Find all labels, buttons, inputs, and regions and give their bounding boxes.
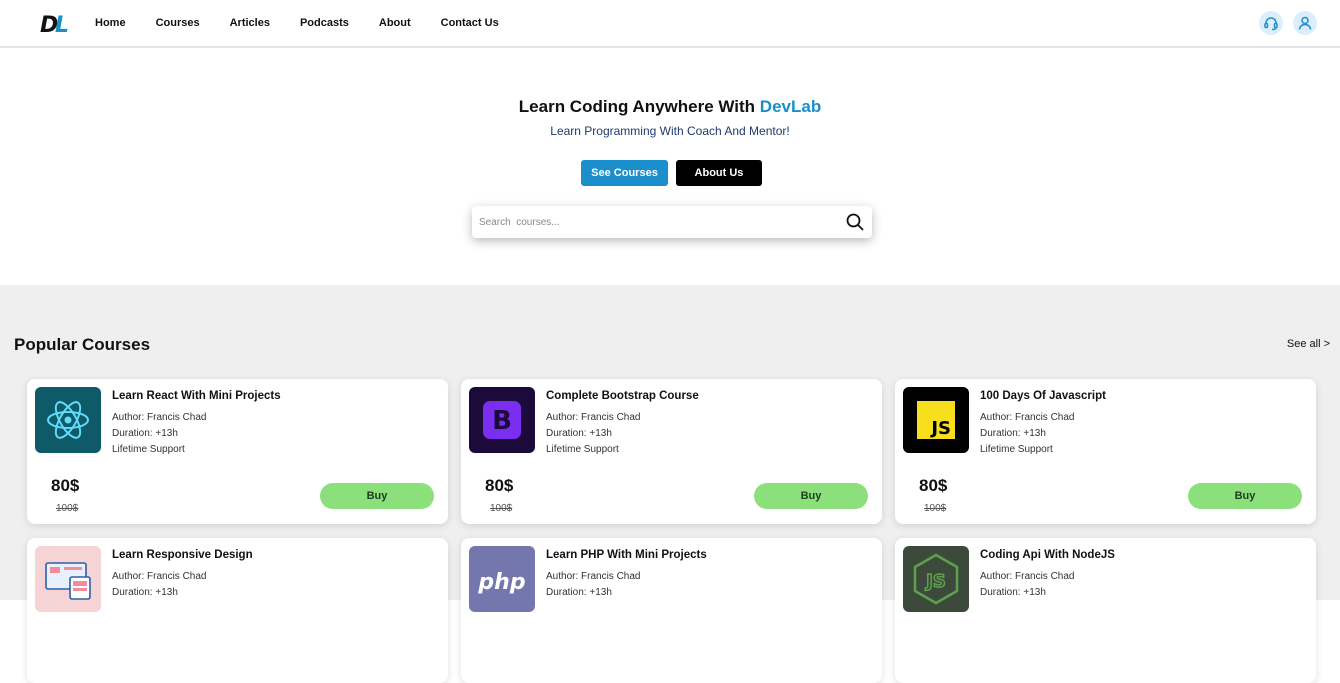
course-author: Author: Francis Chad xyxy=(980,412,1075,423)
responsive-design-icon xyxy=(35,546,101,612)
course-author: Author: Francis Chad xyxy=(980,571,1075,582)
course-card[interactable]: JS Coding Api With NodeJS Author: Franci… xyxy=(895,538,1316,683)
course-title: Learn React With Mini Projects xyxy=(112,390,281,402)
buy-button[interactable]: Buy xyxy=(754,483,868,509)
course-title: Complete Bootstrap Course xyxy=(546,390,699,402)
course-card[interactable]: JS 100 Days Of Javascript Author: Franci… xyxy=(895,379,1316,524)
user-icon[interactable] xyxy=(1293,11,1317,35)
headset-icon[interactable] xyxy=(1259,11,1283,35)
course-author: Author: Francis Chad xyxy=(112,571,207,582)
course-duration: Duration: +13h xyxy=(546,428,612,439)
course-duration: Duration: +13h xyxy=(980,428,1046,439)
course-title: 100 Days Of Javascript xyxy=(980,390,1106,402)
popular-courses-section: Popular Courses See all > Learn React Wi… xyxy=(0,285,1340,683)
main-nav: Home Courses Articles Podcasts About Con… xyxy=(95,0,529,46)
php-icon: php xyxy=(469,546,535,612)
search-icon[interactable] xyxy=(846,213,864,231)
course-author: Author: Francis Chad xyxy=(546,571,641,582)
hero-title: Learn Coding Anywhere With DevLab xyxy=(0,97,1340,117)
javascript-icon: JS xyxy=(903,387,969,453)
course-old-price: 100$ xyxy=(490,503,513,514)
buy-button[interactable]: Buy xyxy=(1188,483,1302,509)
svg-text:L: L xyxy=(55,13,69,35)
course-card[interactable]: php Learn PHP With Mini Projects Author:… xyxy=(461,538,882,683)
course-card[interactable]: Learn Responsive Design Author: Francis … xyxy=(27,538,448,683)
course-support: Lifetime Support xyxy=(546,444,619,455)
course-author: Author: Francis Chad xyxy=(112,412,207,423)
svg-text:JS: JS xyxy=(924,571,946,592)
course-price: 80$ xyxy=(919,476,948,495)
course-duration: Duration: +13h xyxy=(546,587,612,598)
search-bar xyxy=(472,206,872,238)
hero-title-prefix: Learn Coding Anywhere With xyxy=(518,97,760,116)
course-title: Learn Responsive Design xyxy=(112,549,253,561)
react-icon xyxy=(35,387,101,453)
svg-text:B: B xyxy=(492,406,512,436)
search-input[interactable] xyxy=(479,206,839,238)
course-old-price: 100$ xyxy=(924,503,947,514)
course-duration: Duration: +13h xyxy=(112,428,178,439)
course-price: 80$ xyxy=(51,476,80,495)
course-duration: Duration: +13h xyxy=(112,587,178,598)
nodejs-icon: JS xyxy=(903,546,969,612)
course-card[interactable]: Learn React With Mini Projects Author: F… xyxy=(27,379,448,524)
nav-articles[interactable]: Articles xyxy=(230,17,270,29)
course-duration: Duration: +13h xyxy=(980,587,1046,598)
nav-contact-us[interactable]: Contact Us xyxy=(441,17,499,29)
hero-title-brand: DevLab xyxy=(759,97,822,116)
bootstrap-icon: B xyxy=(469,387,535,453)
nav-home[interactable]: Home xyxy=(95,17,126,29)
course-support: Lifetime Support xyxy=(980,444,1053,455)
hero-subtitle: Learn Programming With Coach And Mentor! xyxy=(550,124,790,138)
site-header: D L Home Courses Articles Podcasts About… xyxy=(0,0,1340,48)
about-us-button[interactable]: About Us xyxy=(676,160,762,186)
nav-about[interactable]: About xyxy=(379,17,411,29)
section-title: Popular Courses xyxy=(14,335,151,354)
course-old-price: 100$ xyxy=(56,503,79,514)
see-all-link[interactable]: See all > xyxy=(1287,338,1330,350)
course-card[interactable]: B Complete Bootstrap Course Author: Fran… xyxy=(461,379,882,524)
course-price: 80$ xyxy=(485,476,514,495)
nav-podcasts[interactable]: Podcasts xyxy=(300,17,349,29)
svg-text:php: php xyxy=(477,570,525,595)
course-support: Lifetime Support xyxy=(112,444,185,455)
course-title: Learn PHP With Mini Projects xyxy=(546,549,707,561)
course-title: Coding Api With NodeJS xyxy=(980,549,1115,561)
buy-button[interactable]: Buy xyxy=(320,483,434,509)
see-courses-button[interactable]: See Courses xyxy=(581,160,668,186)
course-author: Author: Francis Chad xyxy=(546,412,641,423)
devlab-logo[interactable]: D L xyxy=(40,11,74,35)
nav-courses[interactable]: Courses xyxy=(156,17,200,29)
svg-text:JS: JS xyxy=(929,418,951,439)
